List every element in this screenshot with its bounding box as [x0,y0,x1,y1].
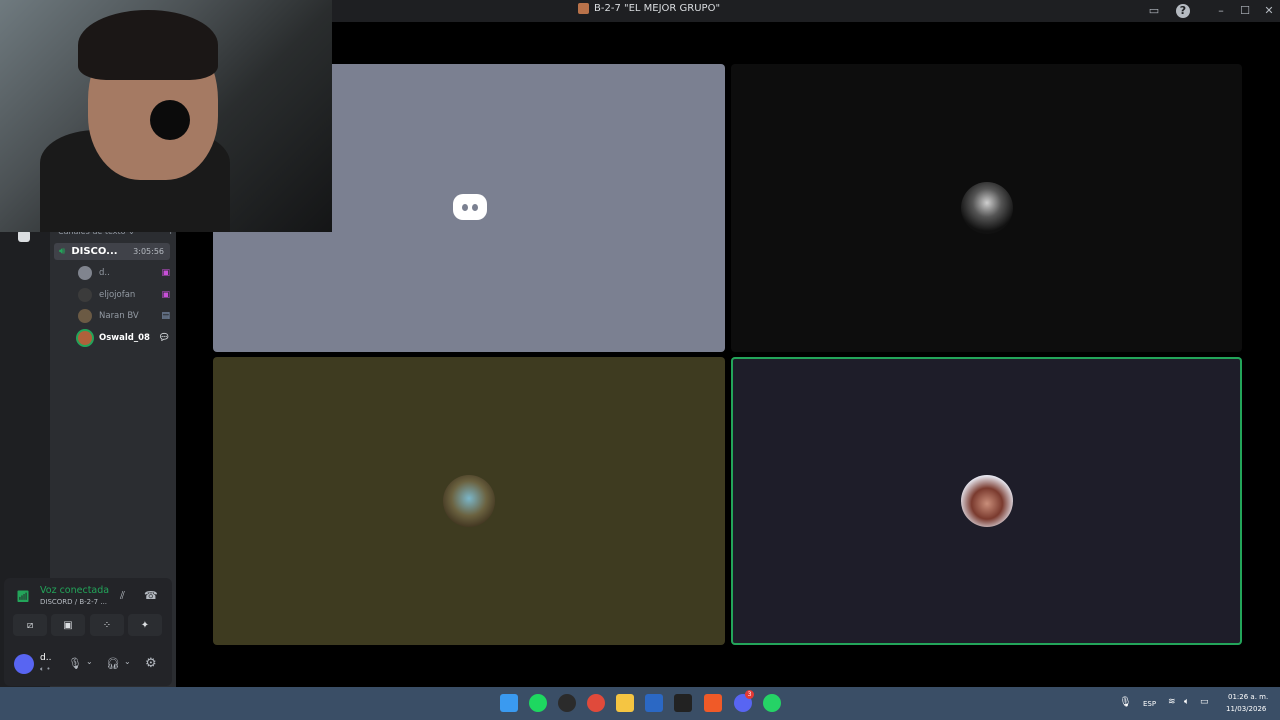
avatar [78,309,92,323]
clock-time[interactable]: 01:26 a. m. [1228,693,1268,701]
app-icon[interactable] [674,694,692,712]
file-explorer-icon[interactable] [616,694,634,712]
inbox-icon[interactable]: ▭ [1147,4,1161,18]
minimize-button[interactable]: – [1214,4,1228,18]
user-status-icon: 🔈︎ • [40,665,51,673]
microphone-icon [150,100,190,140]
member-name: Naran BV [99,311,139,321]
user-avatar-icon [443,475,495,527]
language-indicator[interactable]: ESP [1143,700,1156,708]
speaker-icon: 🔊︎ [59,246,66,257]
spotify-icon[interactable] [529,694,547,712]
help-icon[interactable]: ? [1176,4,1190,18]
participant-tile[interactable] [213,357,725,645]
participant-tile[interactable] [731,64,1242,352]
window-title: B-2-7 "EL MEJOR GRUPO" [578,3,720,14]
obs-icon[interactable] [558,694,576,712]
voice-channel-item[interactable]: 🔊︎ DISCO... 3:05:56 [54,243,170,260]
voice-member[interactable]: Oswald_08 💬︎ [78,330,170,346]
activities-button[interactable]: ⁘ [90,614,124,636]
camera-button[interactable]: ⧄ [13,614,47,636]
webcam-overlay [0,0,332,232]
avatar [78,331,92,345]
camera-off-icon: ⧄ [26,619,34,631]
participant-tile-speaking[interactable] [731,357,1242,645]
chevron-down-icon[interactable]: ⌄ [86,657,93,666]
voice-location[interactable]: DISCORD / B-2-7 ... [40,598,107,606]
screen-share-button[interactable]: ▣ [51,614,85,636]
activity-icon: 💬︎ [158,333,170,343]
red-app-icon[interactable] [587,694,605,712]
battery-icon[interactable]: ▭ [1200,697,1209,707]
voice-channel-name: DISCO... [71,246,118,257]
disconnect-icon[interactable]: ☎︎ [144,589,158,602]
user-avatar[interactable] [14,654,34,674]
close-button[interactable]: ✕ [1262,4,1276,18]
headphones-icon[interactable]: 🎧︎ [106,657,120,670]
member-name: d.. [99,268,110,278]
discord-icon[interactable]: 3 [734,690,754,712]
chevron-down-icon[interactable]: ⌄ [124,657,131,666]
settings-gear-icon[interactable]: ⚙ [145,656,157,671]
maximize-button[interactable]: ☐ [1238,4,1252,18]
windows-start-icon[interactable] [500,694,518,712]
member-name: Oswald_08 [99,333,150,343]
windows-taskbar [0,687,1280,720]
soundboard-button[interactable]: ✦ [128,614,162,636]
whatsapp-icon[interactable] [763,694,781,712]
discord-logo-icon [453,194,487,220]
activity-icon: ▣ [161,268,170,278]
voice-channel-timer: 3:05:56 [133,247,164,256]
voice-connected-label: Voz conectada [40,585,110,596]
wifi-icon[interactable]: ≋ [1168,697,1176,707]
voice-member[interactable]: d.. ▣ [78,265,170,281]
screen-share-icon: ▣ [63,619,73,631]
avatar [78,288,92,302]
activity-icon: ▣ [161,290,170,300]
volume-icon[interactable]: 🔈︎ [1184,697,1189,707]
activities-icon: ⁘ [102,619,112,631]
window-title-text: B-2-7 "EL MEJOR GRUPO" [594,3,721,14]
soundboard-icon: ✦ [140,619,150,631]
user-avatar-icon [960,475,1013,527]
user-name: d.. [40,653,52,663]
user-avatar-icon [960,182,1013,234]
voice-member[interactable]: Naran BV ▤ [78,308,170,324]
brave-icon[interactable] [704,694,722,712]
notification-badge: 3 [745,690,754,699]
microphone-tray-icon[interactable]: 🎙︎ [1119,697,1132,708]
avatar [78,266,92,280]
activity-icon: ▤ [161,311,170,321]
word-icon[interactable] [645,694,663,712]
signal-icon[interactable]: 📶︎ [16,590,30,603]
server-icon [578,3,589,14]
member-name: eljojofan [99,290,136,300]
voice-member[interactable]: eljojofan ▣ [78,287,170,303]
microphone-icon[interactable]: 🎙︎ [68,657,82,670]
noise-suppression-icon[interactable]: ⫽ [120,589,125,603]
clock-date[interactable]: 11/03/2026 [1226,705,1266,713]
